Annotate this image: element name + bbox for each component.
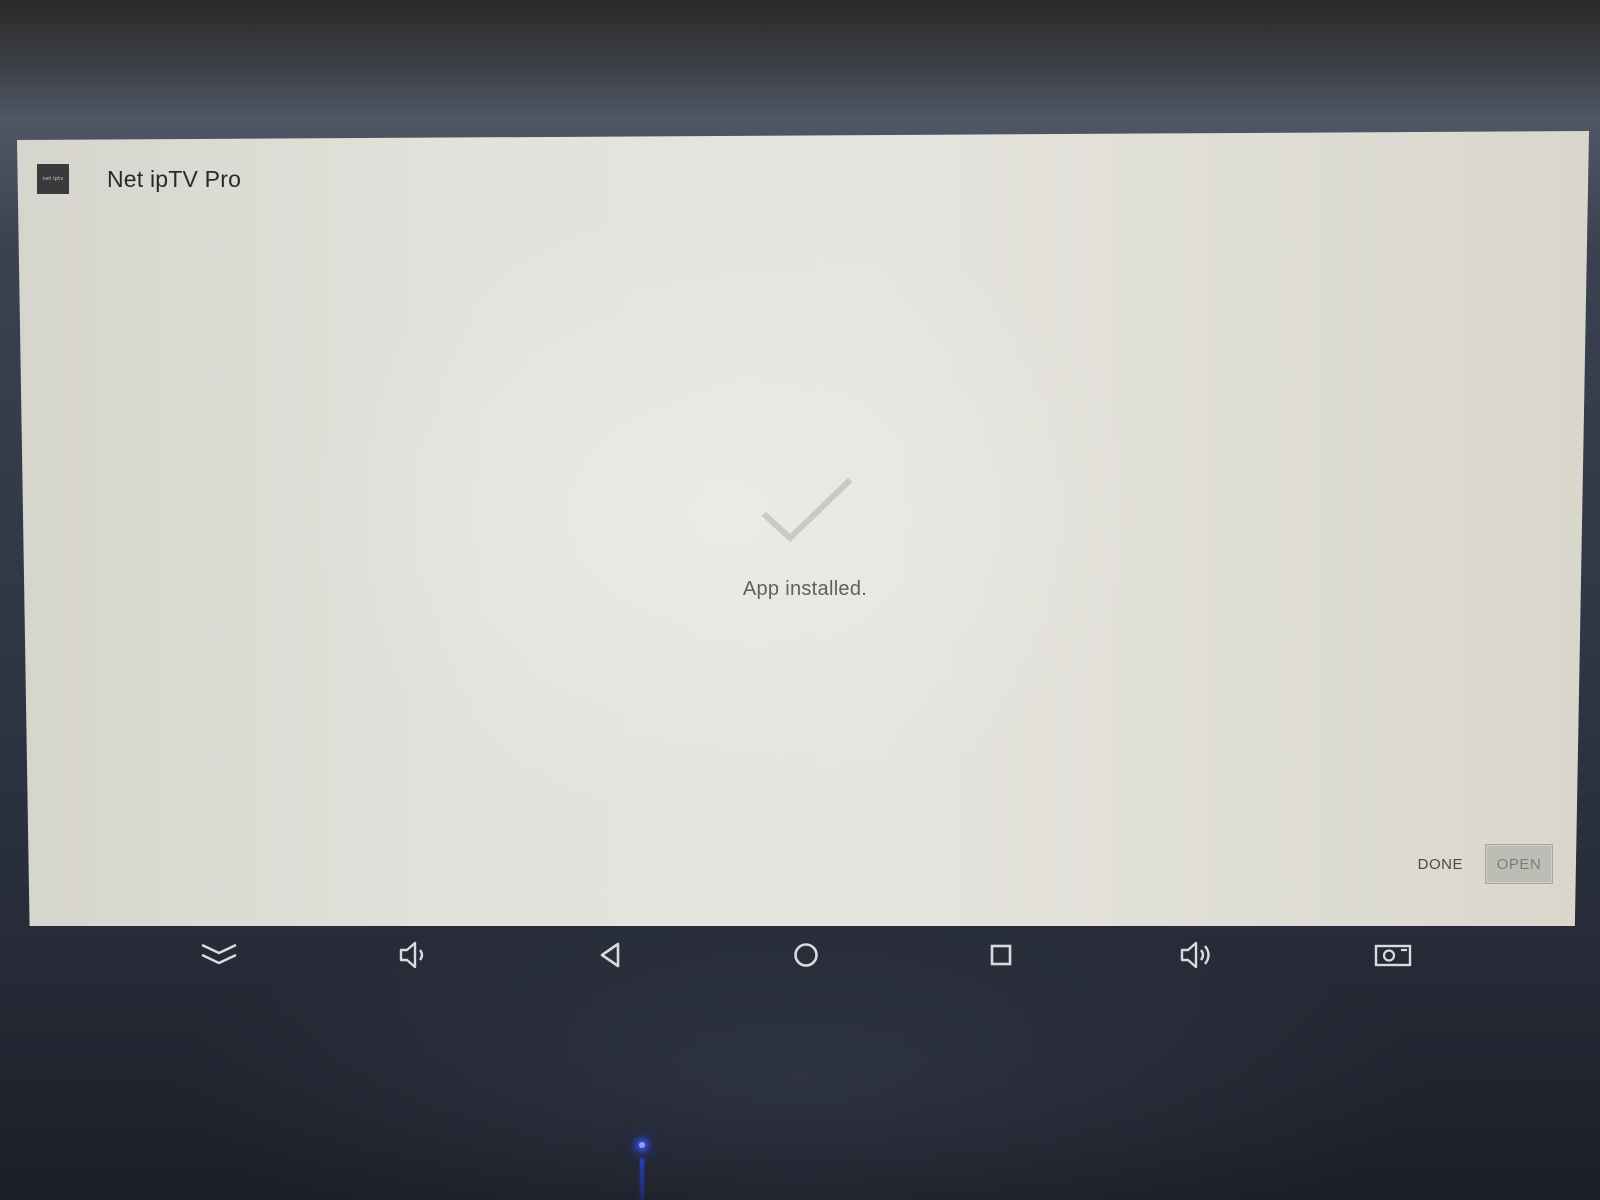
volume-up-button[interactable] [1172,930,1222,980]
status-message: App installed. [742,578,868,600]
home-circle-icon [794,943,818,967]
app-header: net iptv Net ipTV Pro [37,161,241,197]
power-led [639,1142,645,1148]
double-chevron-down-icon [201,943,237,965]
installer-dialog: net iptv Net ipTV Pro App installed. DON… [17,131,1589,926]
dialog-actions: DONE OPEN [1418,844,1553,884]
volume-down-icon [399,941,424,969]
screenshot-button[interactable] [1368,930,1418,980]
open-button[interactable]: OPEN [1485,844,1553,884]
recents-button[interactable] [976,930,1026,980]
home-button[interactable] [781,930,831,980]
recents-square-icon [990,944,1012,966]
app-title: Net ipTV Pro [107,165,242,192]
hide-navbar-button[interactable] [194,930,244,980]
done-button[interactable]: DONE [1418,856,1463,873]
back-button[interactable] [586,930,636,980]
back-triangle-icon [600,942,620,968]
app-icon: net iptv [37,164,69,194]
power-led-glow [640,1158,644,1200]
volume-up-icon [1180,941,1210,969]
system-navbar [0,930,1600,980]
volume-down-button[interactable] [389,930,439,980]
checkmark-icon [761,477,853,543]
app-icon-label: net iptv [42,176,64,182]
screenshot-icon [1374,944,1412,967]
install-status: App installed. [17,476,1589,601]
